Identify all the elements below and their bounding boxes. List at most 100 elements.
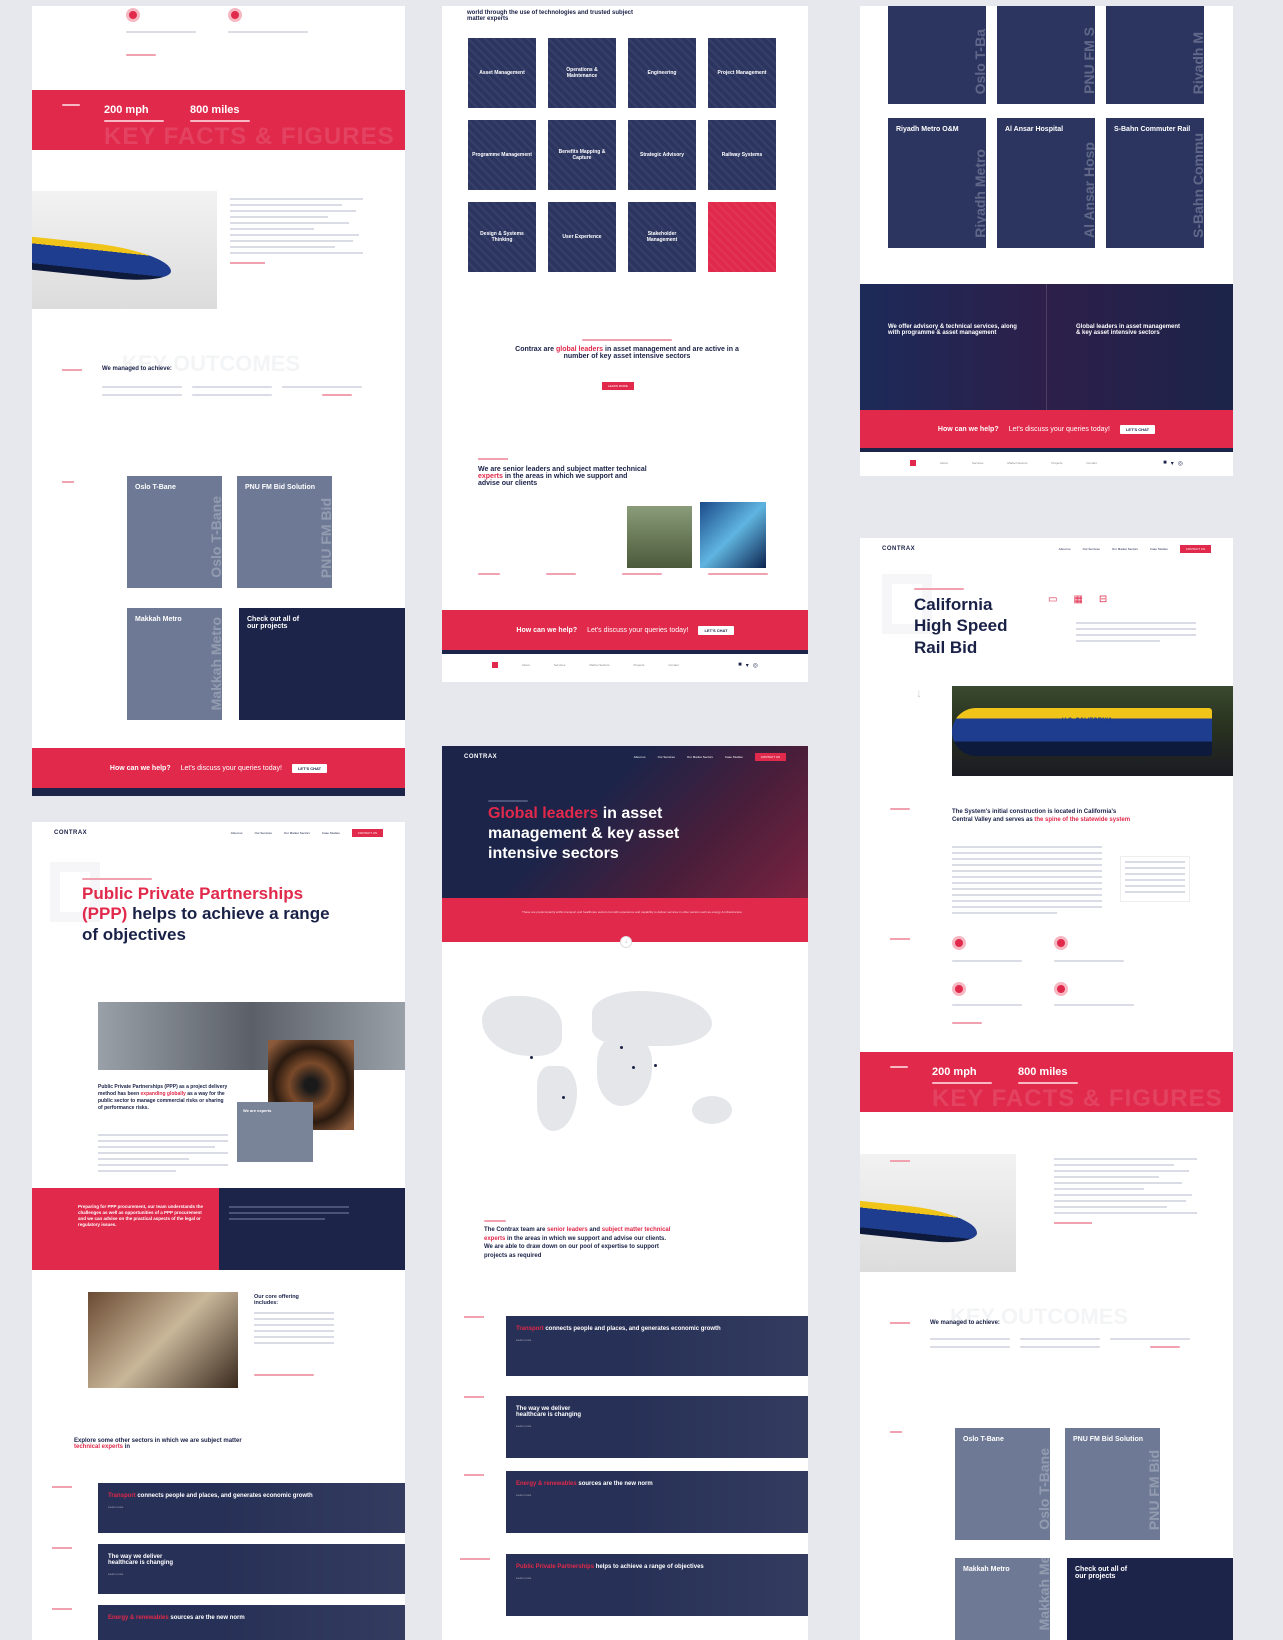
global-leaders-text: Global leaders in asset management & key… <box>1076 324 1181 336</box>
cta-button[interactable]: LET'S CHAT <box>698 625 734 635</box>
nav-link[interactable]: Case Studies <box>725 755 743 759</box>
cta-sub: Let's discuss your queries today! <box>180 764 282 772</box>
linkedin-icon[interactable]: ■ <box>738 662 742 669</box>
stat-speed: 200 mph <box>104 104 149 116</box>
cta-button[interactable]: LET'S CHAT <box>291 763 328 773</box>
key-facts-ghost: KEY FACTS & FIGURES <box>932 1085 1223 1112</box>
sector-card-energy[interactable]: Energy & renewables sources are the new … <box>98 1605 405 1640</box>
map-marker-icon[interactable] <box>530 1056 533 1059</box>
nav-link[interactable]: Our Market Sectors <box>687 755 713 759</box>
twitter-icon[interactable]: ▾ <box>746 662 749 669</box>
target-icon <box>1054 982 1068 996</box>
project-card[interactable]: Oslo T-Bane Oslo T-Bane <box>955 1428 1050 1540</box>
experts-box: We are experts <box>237 1102 313 1162</box>
service-tile[interactable]: Project Management <box>708 38 776 108</box>
key-facts-band: KEY FACTS & FIGURES 200 mph 800 miles <box>860 1052 1233 1112</box>
project-card[interactable]: PNU FM S <box>997 6 1095 104</box>
location-icon: ▭ <box>1048 594 1058 605</box>
map-marker-icon[interactable] <box>620 1046 623 1049</box>
project-card[interactable]: Oslo T-Ba <box>888 6 986 104</box>
sector-card-healthcare[interactable]: The way we deliver healthcare is changin… <box>506 1396 808 1458</box>
service-tile[interactable]: Benefits Mapping & Capture <box>548 120 616 190</box>
wind-turbine-photo <box>627 506 692 568</box>
learn-more-button[interactable]: LEARN MORE <box>602 382 634 390</box>
nav-link[interactable]: Our Market Sectors <box>284 831 310 835</box>
sector-card-healthcare[interactable]: The way we deliver healthcare is changin… <box>98 1544 405 1594</box>
target-icon <box>952 936 966 950</box>
nav-link[interactable]: Our Services <box>1083 547 1100 551</box>
target-icon <box>228 8 242 22</box>
contrax-logo[interactable]: CONTRAX <box>54 830 87 836</box>
train-photo: U.S. CALIFORNIA <box>952 686 1233 776</box>
project-card[interactable]: S-Bahn Commuter Rail S-Bahn Commu <box>1106 118 1204 248</box>
panel-services: world through the use of technologies an… <box>442 6 808 682</box>
nav-link[interactable]: Our Services <box>658 755 675 759</box>
service-tile[interactable]: Engineering <box>628 38 696 108</box>
scroll-down-icon[interactable]: ↓ <box>620 936 632 948</box>
stat-distance: 800 miles <box>190 104 240 116</box>
hero-title: Global leaders in asset management & key… <box>488 805 680 862</box>
project-card[interactable]: Riyadh Metro O&M Riyadh Metro <box>888 118 986 248</box>
footer-logo <box>910 460 916 466</box>
target-icon <box>952 982 966 996</box>
cta-button[interactable]: LET'S CHAT <box>1119 424 1156 434</box>
project-card[interactable]: Riyadh M <box>1106 6 1204 104</box>
sector-card-energy[interactable]: Energy & renewables sources are the new … <box>506 1471 808 1533</box>
nav-link[interactable]: Our Market Sectors <box>1112 547 1138 551</box>
nav-link[interactable]: About us <box>231 831 243 835</box>
achieve-title: We managed to achieve: <box>102 366 172 372</box>
project-card[interactable]: Makkah Metro Makkah Metro <box>127 608 222 720</box>
contact-button[interactable]: CONTACT US <box>351 829 383 837</box>
all-projects-card[interactable]: Check out all of our projects <box>1067 1558 1233 1640</box>
service-tile[interactable]: Railway Systems <box>708 120 776 190</box>
footer: About Services Market Sectors Projects Conta… <box>860 452 1233 474</box>
contact-button[interactable]: CONTACT US <box>1179 545 1211 553</box>
nav-link[interactable]: Our Services <box>255 831 272 835</box>
nav-link[interactable]: About us <box>634 755 646 759</box>
project-card[interactable]: Al Ansar Hospital Al Ansar Hosp <box>997 118 1095 248</box>
project-card[interactable]: Oslo T-Bane Oslo T-Bane <box>127 476 222 588</box>
footer: About Services Market Sectors Projects Conta… <box>442 654 808 676</box>
sector-card-ppp[interactable]: Public Private Partnerships helps to ach… <box>506 1554 808 1616</box>
service-tile[interactable]: User Experience <box>548 202 616 272</box>
service-tile[interactable]: Stakeholder Management <box>628 202 696 272</box>
service-tile[interactable]: Programme Management <box>468 120 536 190</box>
contact-button[interactable]: CONTACT US <box>754 753 786 761</box>
page-title: Public Private Partnerships (PPP) helps … <box>82 884 330 944</box>
service-tile-highlight[interactable] <box>708 202 776 272</box>
train-photo <box>32 191 217 309</box>
experts-statement: We are senior leaders and subject matter… <box>478 466 647 487</box>
sector-card-transport[interactable]: Transport connects people and places, an… <box>506 1316 808 1376</box>
train-label: U.S. CALIFORNIA <box>1062 718 1113 724</box>
panel-global-leaders: CONTRAX About us Our Services Our Market… <box>442 746 808 1640</box>
panel-case-study-top-left: KEY FACTS & FIGURES 200 mph 800 miles KE… <box>32 6 405 796</box>
map-marker-icon[interactable] <box>654 1064 657 1067</box>
nav-link[interactable]: About us <box>1059 547 1071 551</box>
project-card[interactable]: Makkah Metro Makkah Metro <box>955 1558 1050 1640</box>
panel-projects-grid: Oslo T-Ba PNU FM S Riyadh M Riyadh Metro… <box>860 6 1233 476</box>
map-marker-icon[interactable] <box>632 1066 635 1069</box>
cta-bar: How can we help? Let's discuss your quer… <box>860 410 1233 448</box>
twitter-icon[interactable]: ▾ <box>1171 460 1174 467</box>
advisory-text: We offer advisory & technical services, … <box>888 324 1017 336</box>
service-tile[interactable]: Strategic Advisory <box>628 120 696 190</box>
all-projects-card[interactable]: Check out all of our projects <box>239 608 405 720</box>
sector-card-transport[interactable]: Transport connects people and places, an… <box>98 1483 405 1533</box>
contrax-logo[interactable]: CONTRAX <box>882 546 915 552</box>
industrial-photo <box>98 1002 405 1070</box>
cta-bar: How can we help? Let's discuss your quer… <box>32 748 405 788</box>
project-card[interactable]: PNU FM Bid Solution PNU FM Bid <box>237 476 332 588</box>
linkedin-icon[interactable]: ■ <box>1163 460 1167 467</box>
project-card[interactable]: PNU FM Bid Solution PNU FM Bid <box>1065 1428 1160 1540</box>
instagram-icon[interactable]: ◎ <box>1178 460 1183 467</box>
map-marker-icon[interactable] <box>562 1096 565 1099</box>
service-tile[interactable]: Operations & Maintenance <box>548 38 616 108</box>
service-tile[interactable]: Design & Systems Thinking <box>468 202 536 272</box>
nav-link[interactable]: Case Studies <box>322 831 340 835</box>
service-tile[interactable]: Asset Management <box>468 38 536 108</box>
contrax-logo[interactable]: CONTRAX <box>464 754 497 760</box>
instagram-icon[interactable]: ◎ <box>753 662 758 669</box>
nav-link[interactable]: Case Studies <box>1150 547 1168 551</box>
key-facts-band: KEY FACTS & FIGURES 200 mph 800 miles <box>32 90 405 150</box>
tech-photo <box>700 502 766 568</box>
